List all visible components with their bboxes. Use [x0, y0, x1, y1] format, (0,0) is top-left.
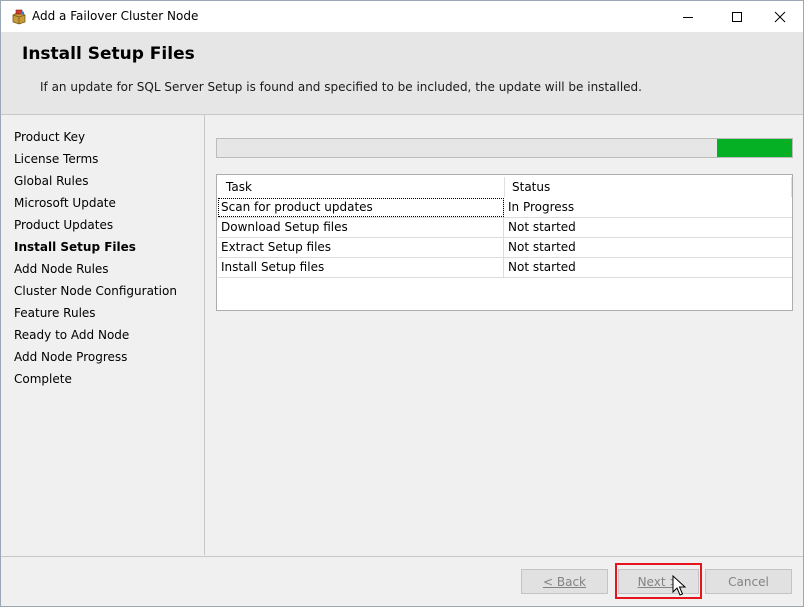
task-cell: Install Setup files [218, 258, 504, 277]
back-button-label: < Back [542, 574, 586, 589]
minimize-button[interactable] [665, 1, 711, 32]
close-icon [774, 11, 786, 22]
maximize-icon [732, 11, 742, 22]
page-description: If an update for SQL Server Setup is fou… [40, 80, 642, 94]
nav-item-add-node-rules[interactable]: Add Node Rules [14, 260, 109, 278]
cancel-button[interactable]: Cancel [705, 569, 792, 594]
title-bar[interactable]: Add a Failover Cluster Node [1, 1, 803, 32]
progress-bar-fill [717, 139, 792, 157]
table-row[interactable]: Download Setup files Not started [218, 218, 792, 238]
page-title: Install Setup Files [22, 44, 195, 64]
close-button[interactable] [757, 1, 803, 32]
mouse-pointer-icon [672, 575, 686, 596]
minimize-icon [683, 16, 693, 18]
nav-item-product-key[interactable]: Product Key [14, 128, 85, 146]
status-cell: Not started [508, 260, 576, 274]
nav-item-global-rules[interactable]: Global Rules [14, 172, 88, 190]
next-button[interactable]: Next > [618, 569, 699, 594]
back-button[interactable]: < Back [521, 569, 608, 594]
task-status-table[interactable]: Task Status Scan for product updates In … [216, 174, 793, 311]
maximize-button[interactable] [714, 1, 760, 32]
nav-item-cluster-node-configuration[interactable]: Cluster Node Configuration [14, 282, 177, 300]
status-cell: Not started [508, 220, 576, 234]
nav-item-complete[interactable]: Complete [14, 370, 72, 388]
table-row[interactable]: Scan for product updates In Progress [218, 198, 792, 218]
column-header-status[interactable]: Status [505, 177, 792, 197]
table-row[interactable]: Extract Setup files Not started [218, 238, 792, 258]
nav-item-ready-to-add-node[interactable]: Ready to Add Node [14, 326, 129, 344]
nav-item-feature-rules[interactable]: Feature Rules [14, 304, 96, 322]
table-row[interactable]: Install Setup files Not started [218, 258, 792, 278]
task-cell: Scan for product updates [218, 198, 504, 217]
status-cell: In Progress [508, 200, 575, 214]
nav-item-add-node-progress[interactable]: Add Node Progress [14, 348, 127, 366]
step-navigation: Product Key License Terms Global Rules M… [1, 115, 205, 555]
task-cell: Extract Setup files [218, 238, 504, 257]
status-cell: Not started [508, 240, 576, 254]
cancel-button-label: Cancel [728, 574, 769, 589]
setup-progress-bar [216, 138, 793, 158]
nav-item-product-updates[interactable]: Product Updates [14, 216, 113, 234]
nav-item-install-setup-files[interactable]: Install Setup Files [14, 238, 136, 256]
task-cell: Download Setup files [218, 218, 504, 237]
window-title: Add a Failover Cluster Node [32, 9, 199, 23]
nav-item-license-terms[interactable]: License Terms [14, 150, 98, 168]
page-header: Install Setup Files If an update for SQL… [1, 32, 803, 115]
dialog-window: Add a Failover Cluster Node Install Setu… [0, 0, 804, 607]
nav-item-microsoft-update[interactable]: Microsoft Update [14, 194, 116, 212]
column-header-task[interactable]: Task [218, 177, 505, 197]
sql-setup-box-icon [11, 9, 27, 25]
